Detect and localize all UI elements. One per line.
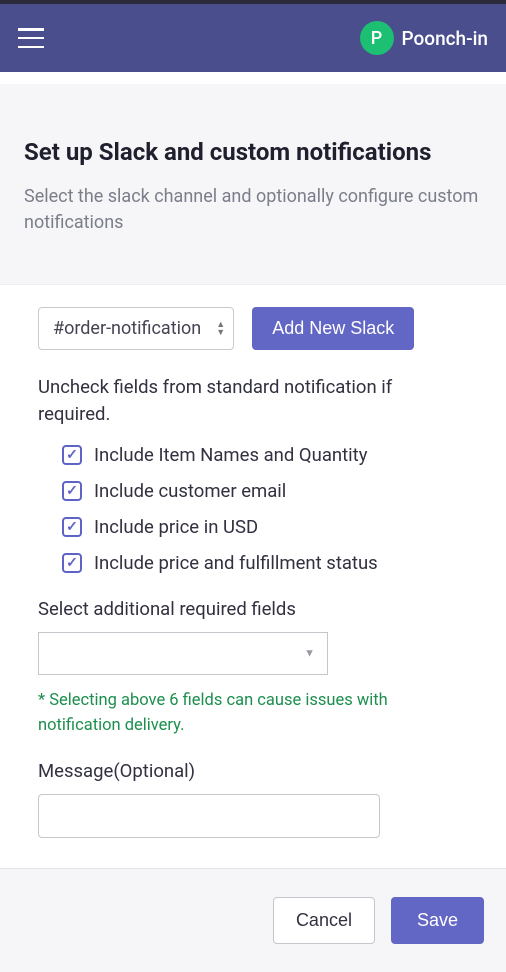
uncheck-instruction: Uncheck fields from standard notificatio… <box>38 374 418 428</box>
check-icon: ✓ <box>66 447 78 463</box>
cancel-button[interactable]: Cancel <box>273 897 375 944</box>
add-new-slack-button[interactable]: Add New Slack <box>252 307 414 350</box>
header-divider <box>0 72 506 84</box>
page-title: Set up Slack and custom notifications <box>24 138 482 166</box>
stepper-icon: ▲▼ <box>216 321 225 337</box>
checkbox-include-customer-email[interactable]: ✓ <box>62 481 82 501</box>
footer-actions: Cancel Save <box>0 868 506 972</box>
page-subtitle: Select the slack channel and optionally … <box>24 184 482 236</box>
additional-fields-label: Select additional required fields <box>38 598 468 620</box>
avatar-initial: P <box>371 28 383 49</box>
app-header: P Poonch-in <box>0 4 506 72</box>
checkbox-include-item-names[interactable]: ✓ <box>62 445 82 465</box>
check-icon: ✓ <box>66 555 78 571</box>
checkbox-row: ✓ Include Item Names and Quantity <box>62 444 468 466</box>
checkbox-label: Include customer email <box>94 480 286 502</box>
checkbox-include-price-usd[interactable]: ✓ <box>62 517 82 537</box>
slack-channel-select[interactable]: #order-notification ▲▼ <box>38 307 234 350</box>
checkbox-row: ✓ Include price in USD <box>62 516 468 538</box>
checkbox-list: ✓ Include Item Names and Quantity ✓ Incl… <box>62 444 468 574</box>
checkbox-label: Include price in USD <box>94 516 258 538</box>
header-account[interactable]: P Poonch-in <box>360 21 489 55</box>
save-button[interactable]: Save <box>391 897 484 944</box>
slack-channel-value: #order-notification <box>53 318 201 339</box>
tenant-name: Poonch-in <box>402 27 489 50</box>
checkbox-label: Include Item Names and Quantity <box>94 444 367 466</box>
avatar: P <box>360 21 394 55</box>
content-panel: #order-notification ▲▼ Add New Slack Unc… <box>0 285 506 868</box>
additional-fields-select[interactable]: ▼ <box>38 632 328 675</box>
checkbox-row: ✓ Include customer email <box>62 480 468 502</box>
field-limit-warning: * Selecting above 6 fields can cause iss… <box>38 689 468 739</box>
check-icon: ✓ <box>66 519 78 535</box>
message-label: Message(Optional) <box>38 760 468 782</box>
menu-icon[interactable] <box>18 28 44 48</box>
chevron-down-icon: ▼ <box>304 647 315 660</box>
checkbox-row: ✓ Include price and fulfillment status <box>62 552 468 574</box>
message-input[interactable] <box>38 794 380 838</box>
checkbox-include-fulfillment-status[interactable]: ✓ <box>62 553 82 573</box>
check-icon: ✓ <box>66 483 78 499</box>
page-head: Set up Slack and custom notifications Se… <box>0 84 506 285</box>
slack-channel-row: #order-notification ▲▼ Add New Slack <box>38 307 468 350</box>
checkbox-label: Include price and fulfillment status <box>94 552 378 574</box>
